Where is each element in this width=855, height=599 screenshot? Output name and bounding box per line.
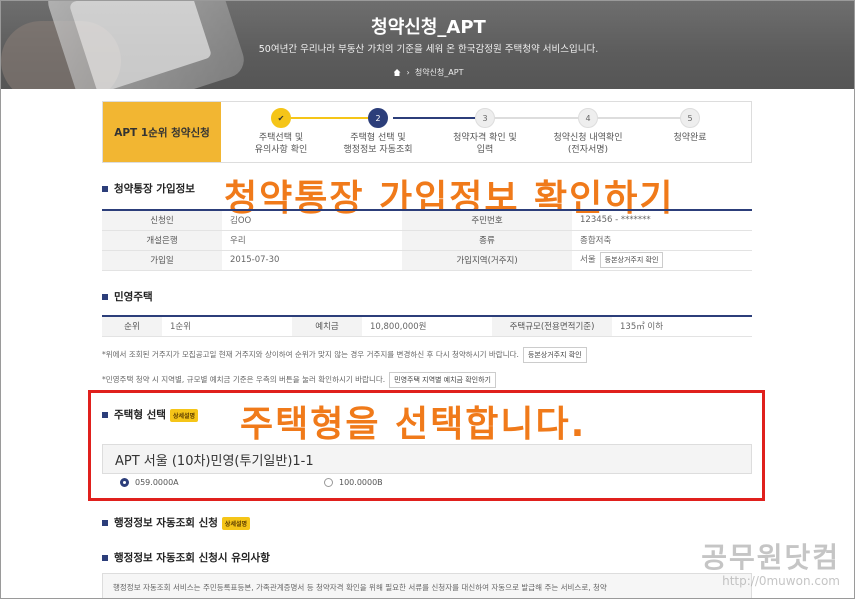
breadcrumb-separator: ›	[406, 68, 415, 77]
watermark: 공무원닷컴 http://0muwon.com	[701, 536, 840, 588]
residence-check-button-2[interactable]: 등본상거주지 확인	[522, 347, 587, 363]
step-1: ✔ 주택선택 및 유의사항 확인	[226, 108, 336, 156]
breadcrumb-current[interactable]: 청약신청_APT	[415, 68, 464, 77]
table-row: 신청인 김OO 주민번호 123456 - *******	[102, 210, 752, 231]
step-header: APT 1순위 청약신청	[103, 102, 221, 162]
highlight-box	[88, 390, 765, 501]
table-row: 순위 1순위 예치금 10,800,000원 주택규모(전용면적기준) 135㎡…	[102, 316, 752, 337]
breadcrumb: › 청약신청_APT	[1, 67, 854, 78]
hero-banner: 청약신청_APT 50여년간 우리나라 부동산 가치의 기준을 세워 온 한국감…	[1, 1, 854, 89]
step-number: 5	[680, 108, 700, 128]
admin-notice-box: 행정정보 자동조회 서비스는 주민등록표등본, 가족관계증명서 등 청약자격 확…	[102, 573, 752, 598]
main-content: APT 1순위 청약신청 ✔ 주택선택 및 유의사항 확인 2 주택형 선택 및행…	[102, 89, 752, 598]
step-2: 2 주택형 선택 및 행정정보 자동조회	[323, 108, 433, 156]
residence-check-button[interactable]: 등본상거주지 확인	[599, 252, 664, 268]
table-row: 가입일 2015-07-30 가입지역(거주지) 서울 등본상거주지 확인	[102, 250, 752, 271]
private-note-2: *민영주택 청약 시 지역별, 규모별 예치금 기준은 우측의 버튼을 눌러 확…	[102, 372, 496, 388]
step-number: 4	[578, 108, 598, 128]
account-table: 신청인 김OO 주민번호 123456 - ******* 개설은행 우리 종류…	[102, 209, 752, 271]
table-row: 개설은행 우리 종류 종합저축	[102, 230, 752, 251]
step-5: 5 청약완료	[635, 108, 745, 144]
watermark-title: 공무원닷컴	[701, 541, 840, 574]
private-section-title: 민영주택	[102, 289, 153, 304]
page-title: 청약신청_APT	[371, 17, 486, 38]
admin-notice-title: 행정정보 자동조회 신청시 유의사항	[102, 550, 270, 565]
page-subtitle: 50여년간 우리나라 부동산 가치의 기준을 세워 온 한국감정원 주택청약 서…	[258, 44, 599, 55]
browser-frame: 청약신청_APT 50여년간 우리나라 부동산 가치의 기준을 세워 온 한국감…	[0, 0, 855, 599]
step-3: 3 청약자격 확인 및 입력	[430, 108, 540, 156]
home-icon[interactable]	[393, 69, 401, 76]
step-progress: APT 1순위 청약신청 ✔ 주택선택 및 유의사항 확인 2 주택형 선택 및행…	[102, 101, 752, 163]
private-table: 순위 1순위 예치금 10,800,000원 주택규모(전용면적기준) 135㎡…	[102, 315, 752, 337]
step-number: 3	[475, 108, 495, 128]
step-check-icon: ✔	[271, 108, 291, 128]
step-4: 4 청약신청 내역확인 (전자서명)	[533, 108, 643, 156]
detail-badge[interactable]: 상세설명	[221, 516, 251, 530]
admin-section-title: 행정정보 자동조회 신청 상세설명	[102, 515, 251, 530]
account-section-title: 청약통장 가입정보	[102, 181, 195, 196]
private-note-1: *위에서 조회된 거주지가 모집공고일 현재 거주지와 상이하여 순위가 맞지 …	[102, 347, 587, 363]
deposit-check-button[interactable]: 민영주택 지역별 예치금 확인하기	[389, 372, 496, 388]
step-number: 2	[368, 108, 388, 128]
watermark-url: http://0muwon.com	[722, 574, 840, 588]
